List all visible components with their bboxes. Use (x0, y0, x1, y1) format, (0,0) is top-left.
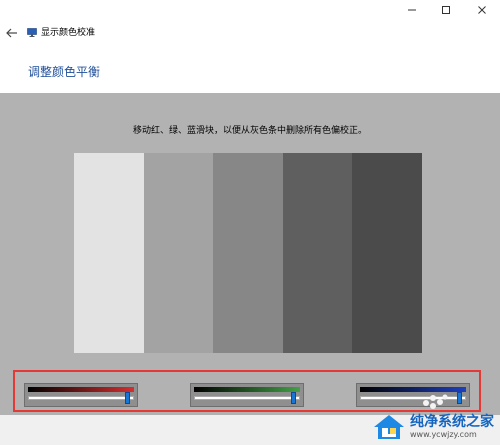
back-arrow-icon (6, 28, 17, 38)
bottom-bar: 纯净系统之家 www.ycwjzy.com (0, 415, 500, 445)
monitor-icon (27, 28, 37, 37)
green-slider-track (194, 396, 300, 400)
blue-gradient (360, 387, 466, 392)
minimize-button[interactable] (397, 0, 427, 20)
red-slider-thumb[interactable] (124, 392, 130, 404)
back-button[interactable] (5, 26, 19, 40)
house-logo-icon (374, 415, 404, 439)
gray-bar (74, 153, 144, 353)
green-slider[interactable] (190, 383, 304, 407)
paw-print-icon (423, 394, 448, 409)
green-slider-thumb[interactable] (290, 392, 296, 404)
red-gradient (28, 387, 134, 392)
red-slider[interactable] (24, 383, 138, 407)
title-bar (0, 0, 500, 20)
gray-bar (352, 153, 422, 353)
close-icon (478, 6, 486, 14)
gray-bars (74, 153, 422, 353)
gray-bar (143, 153, 214, 353)
maximize-icon (442, 6, 450, 14)
blue-slider-thumb[interactable] (456, 392, 462, 404)
minimize-icon (408, 9, 416, 11)
nav-bar: 显示颜色校准 (0, 22, 500, 44)
gray-bar (213, 153, 283, 353)
watermark-name: 纯净系统之家 (410, 414, 494, 430)
maximize-button[interactable] (431, 0, 461, 20)
gray-bar (282, 153, 353, 353)
red-slider-track (28, 396, 134, 400)
blue-slider[interactable] (356, 383, 470, 407)
page-title: 调整颜色平衡 (28, 65, 101, 79)
close-button[interactable] (467, 0, 497, 20)
watermark-url: www.ycwjzy.com (410, 430, 477, 439)
app-title: 显示颜色校准 (41, 28, 96, 38)
green-gradient (194, 387, 300, 392)
instruction-text: 移动红、绿、蓝滑块，以便从灰色条中删除所有色偏校正。 (132, 126, 367, 136)
blue-slider-track (360, 396, 466, 400)
watermark: 纯净系统之家 www.ycwjzy.com (372, 413, 494, 441)
